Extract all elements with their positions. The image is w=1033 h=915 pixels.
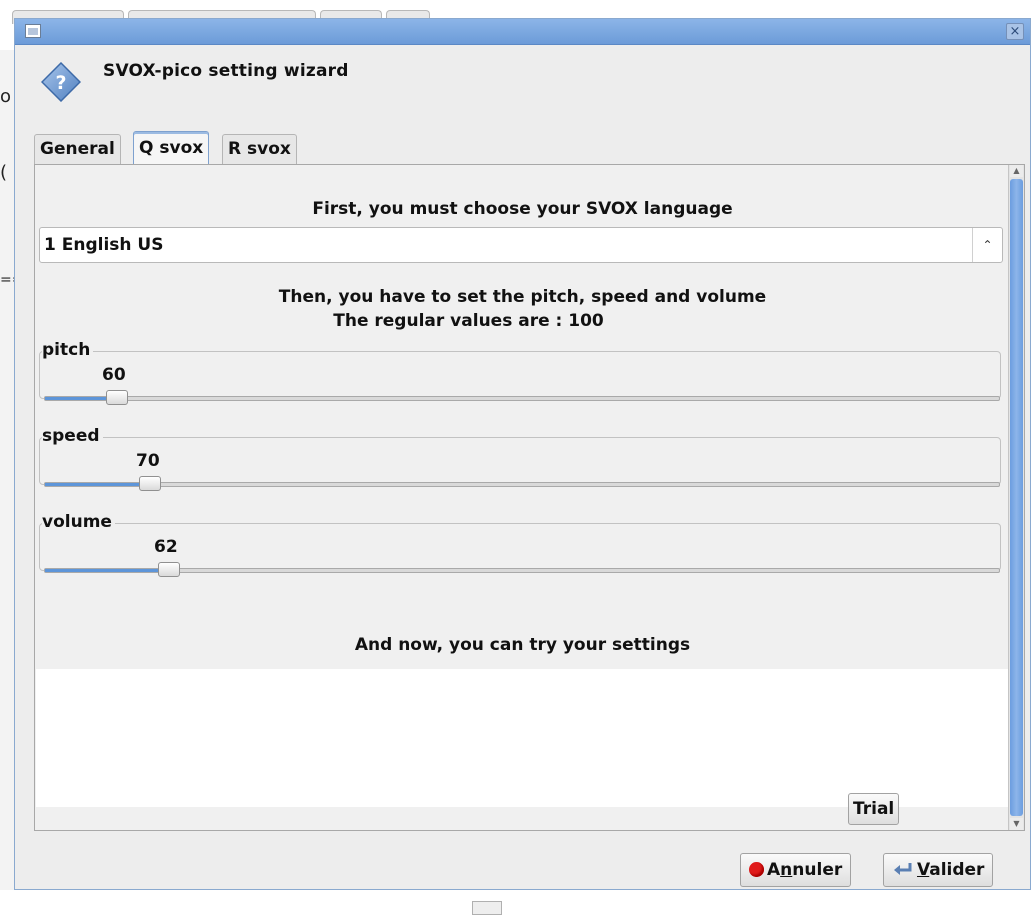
tab-q-svox[interactable]: Q svox <box>133 131 210 165</box>
wizard-dialog: × ? SVOX-pico setting wizard General Q s… <box>14 18 1031 890</box>
trial-button[interactable]: Trial <box>848 793 900 825</box>
validate-button[interactable]: Valider <box>883 853 994 887</box>
pitch-value: 60 <box>102 365 126 385</box>
panel-scrollbar[interactable]: ▲ ▼ <box>1008 165 1024 830</box>
volume-slider[interactable] <box>44 562 1000 577</box>
speed-slider-fill <box>45 483 150 486</box>
cancel-label-suffix: nuler <box>792 860 843 880</box>
volume-label: volume <box>42 512 115 532</box>
cancel-button[interactable]: Annuler <box>740 853 852 887</box>
speed-slider[interactable] <box>44 476 1000 491</box>
settings-instruction: Then, you have to set the pitch, speed a… <box>278 287 767 307</box>
speed-group: speed 70 <box>39 426 1001 491</box>
speed-label: speed <box>42 426 103 446</box>
pitch-slider[interactable] <box>44 390 1000 405</box>
regular-values-note: The regular values are : 100 <box>333 311 604 331</box>
speed-value: 70 <box>136 451 160 471</box>
scroll-up-icon[interactable]: ▲ <box>1010 165 1023 177</box>
updown-arrows-icon: ⌃ <box>972 228 1002 262</box>
language-prompt: First, you must choose your SVOX languag… <box>312 199 733 219</box>
pitch-label: pitch <box>42 340 94 360</box>
validate-label-suffix: alider <box>929 860 985 880</box>
try-prompt: And now, you can try your settings <box>354 635 691 655</box>
cancel-label-prefix: A <box>767 860 781 880</box>
window-menu-icon[interactable] <box>25 24 41 38</box>
pitch-slider-handle[interactable] <box>106 390 128 405</box>
scrollbar-thumb[interactable] <box>1010 179 1023 816</box>
svg-text:?: ? <box>55 72 66 94</box>
volume-slider-fill <box>45 569 169 572</box>
record-icon <box>749 862 764 877</box>
title-bar[interactable]: × <box>15 19 1030 45</box>
close-button[interactable]: × <box>1006 23 1024 40</box>
scroll-down-icon[interactable]: ▼ <box>1010 818 1023 830</box>
question-diamond-icon: ? <box>41 62 81 102</box>
volume-group: volume 62 <box>39 512 1001 577</box>
background-text: o <box>0 86 12 107</box>
volume-value: 62 <box>154 537 178 557</box>
language-select[interactable]: 1 English US ⌃ <box>39 227 1003 263</box>
tab-r-svox[interactable]: R svox <box>222 134 297 164</box>
enter-arrow-icon <box>894 863 912 875</box>
language-select-value: 1 English US <box>44 235 164 255</box>
volume-slider-handle[interactable] <box>158 562 180 577</box>
background-text: ( <box>0 162 8 183</box>
validate-label-mnemonic: V <box>917 860 930 880</box>
speed-slider-handle[interactable] <box>139 476 161 491</box>
wizard-title: SVOX-pico setting wizard <box>103 61 349 81</box>
tab-general[interactable]: General <box>34 134 121 164</box>
tab-panel-q-svox: First, you must choose your SVOX languag… <box>34 164 1025 831</box>
try-output-area <box>36 669 1009 807</box>
pitch-group: pitch 60 <box>39 340 1001 405</box>
cancel-label-mnemonic: n <box>780 860 793 880</box>
background-scroll-arrow <box>472 901 502 915</box>
